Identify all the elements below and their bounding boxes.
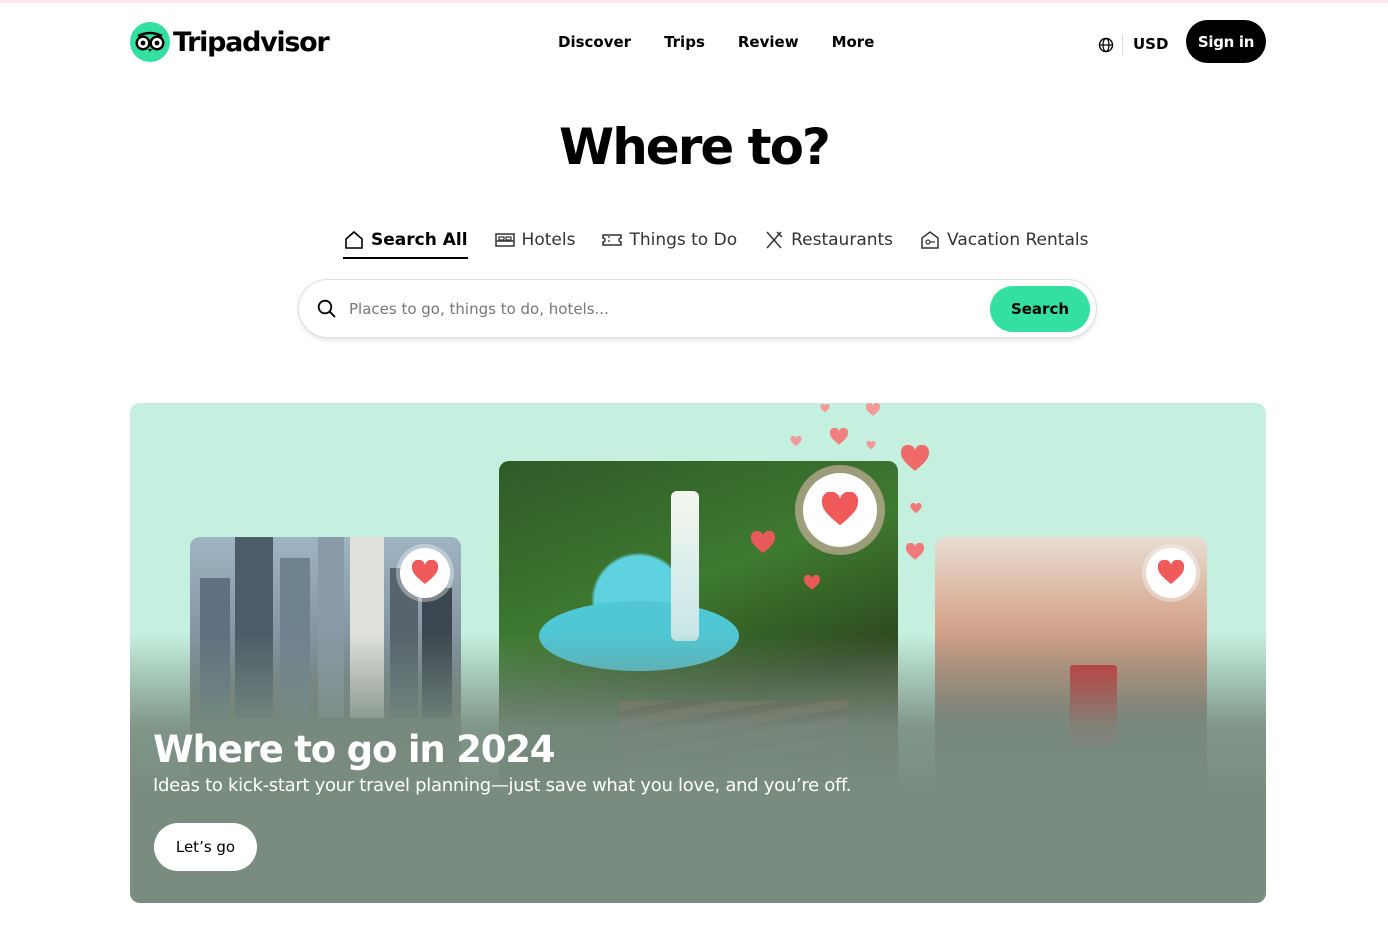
tab-things-to-do[interactable]: Things to Do (601, 222, 737, 258)
promo-title: Where to go in 2024 (153, 728, 556, 771)
tab-restaurants[interactable]: Restaurants (763, 222, 893, 258)
home-icon (345, 230, 363, 249)
main-nav: Discover Trips Review More (540, 29, 890, 55)
site-header: Tripadvisor Discover Trips Review More U… (0, 3, 1388, 79)
floating-heart-icon (829, 428, 849, 445)
tab-label: Hotels (521, 230, 576, 250)
search-category-tabs: Search All Hotels Things to Do Restauran… (343, 222, 1114, 259)
ticket-icon (602, 234, 623, 246)
floating-heart-icon (750, 531, 776, 554)
header-divider (1122, 34, 1123, 56)
currency-selector[interactable]: USD (1133, 35, 1168, 53)
floating-heart-icon (790, 436, 802, 447)
save-heart-button[interactable] (803, 473, 877, 547)
tripadvisor-logo[interactable]: Tripadvisor (130, 21, 330, 63)
tab-vacation-rentals[interactable]: Vacation Rentals (919, 222, 1088, 258)
save-heart-button[interactable] (1146, 548, 1196, 598)
nav-more[interactable]: More (815, 29, 891, 55)
search-icon (317, 299, 336, 318)
search-bar: Search (299, 280, 1096, 337)
nav-discover[interactable]: Discover (540, 29, 647, 55)
search-input[interactable] (347, 294, 971, 324)
tab-label: Vacation Rentals (947, 230, 1089, 250)
globe-icon[interactable] (1098, 37, 1114, 53)
page-title: Where to? (559, 118, 831, 176)
owl-logo-icon (130, 22, 170, 62)
floating-heart-icon (900, 445, 930, 471)
tab-hotels[interactable]: Hotels (494, 222, 576, 258)
promo-subtitle: Ideas to kick-start your travel planning… (153, 775, 852, 796)
floating-heart-icon (905, 543, 925, 560)
lets-go-button[interactable]: Let’s go (154, 823, 257, 871)
heart-icon (411, 560, 439, 584)
floating-heart-icon (865, 403, 881, 416)
floating-heart-icon (820, 404, 830, 413)
tab-label: Things to Do (629, 230, 738, 250)
tab-search-all[interactable]: Search All (343, 222, 468, 259)
bed-icon (494, 233, 515, 247)
floating-heart-icon (866, 441, 876, 450)
nav-review[interactable]: Review (721, 29, 815, 55)
sign-in-button[interactable]: Sign in (1186, 20, 1266, 63)
utensils-icon (766, 231, 783, 249)
save-heart-button[interactable] (400, 548, 450, 598)
floating-heart-icon (910, 503, 922, 514)
heart-icon (821, 492, 859, 526)
promo-banner: Where to go in 2024 Ideas to kick-start … (130, 403, 1266, 903)
floating-heart-icon (803, 575, 821, 590)
logo-wordmark: Tripadvisor (173, 26, 330, 58)
tab-label: Search All (371, 230, 468, 250)
search-button[interactable]: Search (990, 286, 1090, 332)
tab-label: Restaurants (791, 230, 894, 250)
house-key-icon (921, 231, 939, 249)
nav-trips[interactable]: Trips (647, 29, 721, 55)
heart-icon (1157, 560, 1185, 584)
